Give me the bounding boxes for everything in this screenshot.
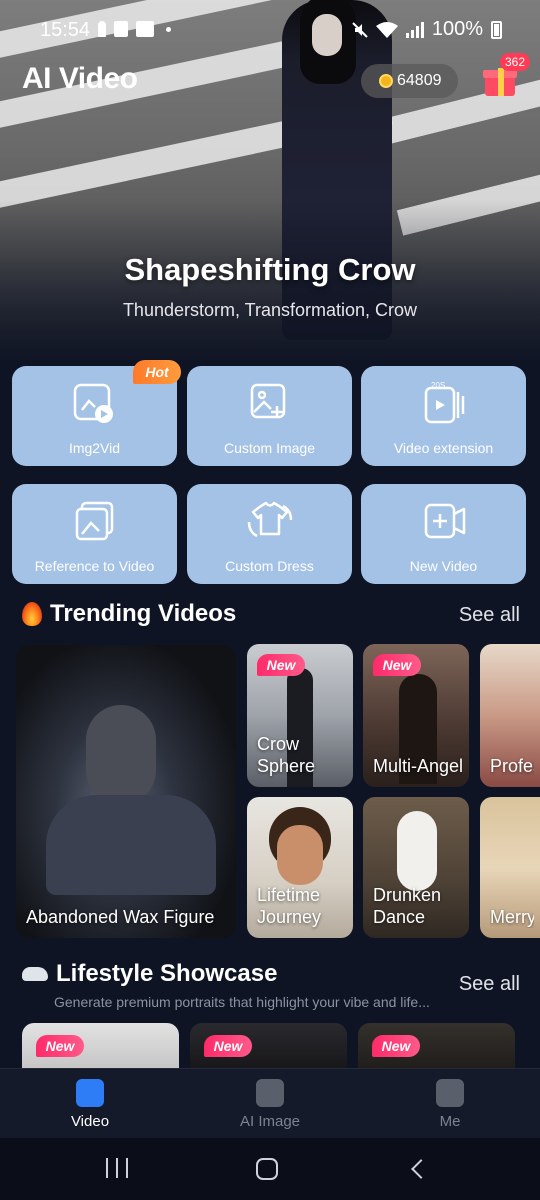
tool-video-extension[interactable]: 20S Video extension xyxy=(361,366,526,466)
trending-card[interactable]: Lifetime Journey xyxy=(247,797,353,938)
profile-icon xyxy=(436,1079,464,1107)
new-badge: New xyxy=(204,1035,252,1057)
trending-card-featured[interactable]: Abandoned Wax Figure xyxy=(16,645,236,938)
bottom-navigation: Video AI Image Me xyxy=(0,1068,540,1138)
recents-icon[interactable] xyxy=(106,1158,128,1178)
coin-count: 64809 xyxy=(397,72,442,89)
card-caption: Merry Christmas xyxy=(490,907,534,927)
tool-new-video[interactable]: New Video xyxy=(361,484,526,584)
tool-custom-dress[interactable]: Custom Dress xyxy=(187,484,352,584)
nav-tab-ai-image[interactable]: AI Image xyxy=(210,1079,330,1130)
svg-text:20S: 20S xyxy=(431,382,445,390)
notification-icons xyxy=(98,21,171,37)
trending-card[interactable]: New Multi-Angels Sh... xyxy=(363,644,469,787)
home-icon[interactable] xyxy=(256,1158,278,1180)
status-time: 15:54 xyxy=(40,19,91,41)
wifi-icon xyxy=(375,21,398,38)
section-title-lifestyle: Lifestyle Showcase xyxy=(22,960,277,988)
video-play-icon xyxy=(76,1079,104,1107)
hero-subtitle: Thunderstorm, Transformation, Crow xyxy=(122,300,418,320)
card-caption: Abandoned Wax Figure xyxy=(26,907,215,927)
see-all-lifestyle[interactable]: See all xyxy=(459,973,520,996)
video-extend-20s-icon: 20S xyxy=(424,382,465,424)
more-dot-icon xyxy=(166,26,171,32)
new-badge: New xyxy=(373,654,421,676)
tool-reference-to-video[interactable]: Reference to Video xyxy=(12,484,177,584)
shirt-swap-icon xyxy=(247,501,293,538)
card-caption: Crow Sphere xyxy=(257,734,316,776)
gift-count-badge: 362 xyxy=(500,53,530,71)
battery-icon xyxy=(491,20,502,39)
gallery-icon xyxy=(114,21,128,37)
trending-card[interactable]: Merry Christmas xyxy=(480,797,540,938)
person-icon xyxy=(98,21,106,37)
nav-tab-me[interactable]: Me xyxy=(390,1079,510,1130)
new-badge: New xyxy=(36,1035,84,1057)
card-caption: Professional Ph xyxy=(490,756,534,776)
ai-image-icon xyxy=(256,1079,284,1107)
trending-card[interactable]: Professional Ph xyxy=(480,644,540,787)
tool-label: Video extension xyxy=(393,440,494,456)
mute-icon xyxy=(352,21,368,38)
hot-badge: Hot xyxy=(133,360,181,384)
reference-images-icon xyxy=(75,501,114,541)
car-icon xyxy=(22,967,48,981)
tool-label: Custom Dress xyxy=(225,558,314,574)
section-title-trending: Trending Videos xyxy=(22,600,236,628)
nav-tab-video[interactable]: Video xyxy=(30,1079,150,1130)
fire-icon xyxy=(22,602,42,626)
add-video-icon xyxy=(424,503,466,539)
trending-card[interactable]: New Crow Sphere xyxy=(247,644,353,787)
new-badge: New xyxy=(257,654,305,676)
image-plus-icon xyxy=(250,383,286,419)
tool-label: Custom Image xyxy=(223,440,316,456)
tool-label: Img2Vid xyxy=(68,440,121,456)
image-to-video-icon xyxy=(73,383,113,423)
app-title: AI Video xyxy=(22,62,138,95)
card-caption: Lifetime Journey xyxy=(257,885,322,927)
signal-icon xyxy=(405,21,424,38)
hero-title: Shapeshifting Crow xyxy=(124,252,416,287)
coin-icon xyxy=(379,74,393,88)
status-bar: 15:54 100% xyxy=(0,0,540,60)
back-icon[interactable] xyxy=(411,1159,431,1179)
trending-card[interactable]: Drunken Dance xyxy=(363,797,469,938)
battery-percent: 100% xyxy=(431,18,483,40)
tool-label: Reference to Video xyxy=(34,558,155,574)
see-all-trending[interactable]: See all xyxy=(459,604,520,627)
gmail-icon xyxy=(136,21,154,37)
system-navigation-bar xyxy=(0,1138,540,1200)
card-caption: Multi-Angels Sh... xyxy=(373,756,463,776)
section-subtitle-lifestyle: Generate premium portraits that highligh… xyxy=(54,994,430,1010)
tool-label: New Video xyxy=(409,558,478,574)
coin-balance[interactable]: 64809 xyxy=(361,64,458,98)
new-badge: New xyxy=(372,1035,420,1057)
card-caption: Drunken Dance xyxy=(373,885,442,927)
tool-custom-image[interactable]: Custom Image xyxy=(187,366,352,466)
